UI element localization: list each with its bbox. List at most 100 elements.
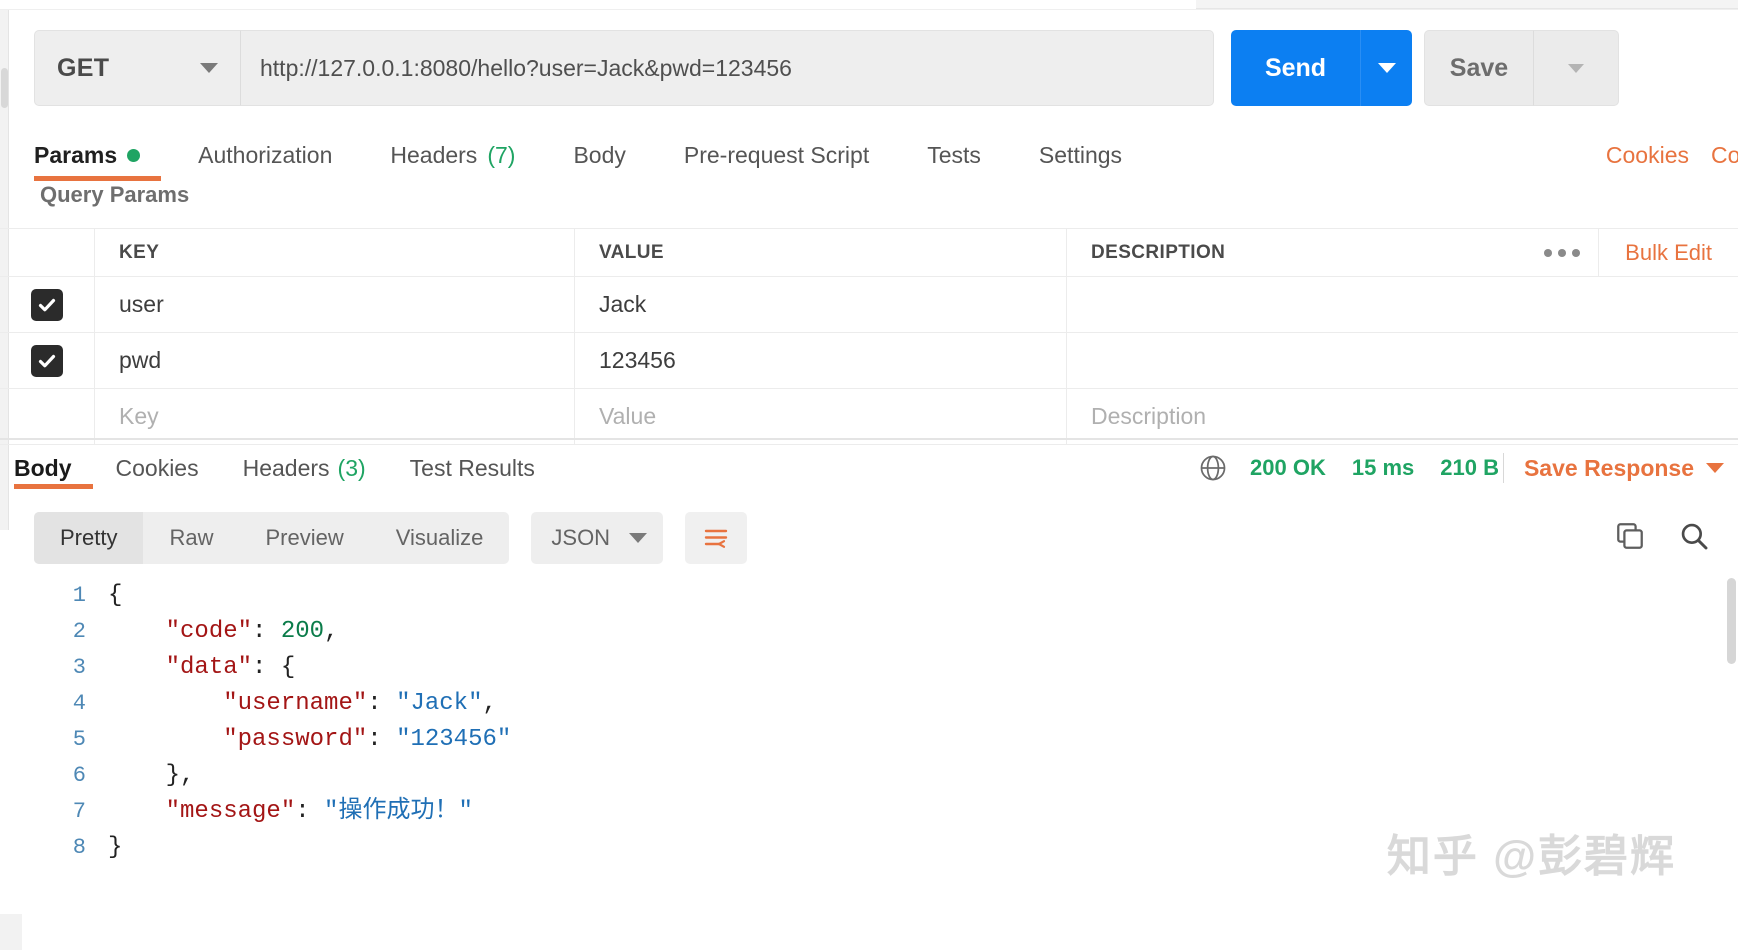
response-tab-body-label: Body — [14, 454, 72, 481]
view-preview[interactable]: Preview — [239, 512, 369, 564]
response-body-code[interactable]: 1{2 "code": 200, 3 "data": {4 "username":… — [0, 578, 1738, 950]
line-number: 8 — [72, 835, 86, 860]
row-checkbox-cell — [0, 277, 95, 332]
query-params-title: Query Params — [40, 182, 190, 207]
dot — [1543, 248, 1552, 257]
response-tab-test-results[interactable]: Test Results — [410, 455, 535, 482]
code-line-text: "data": { — [108, 650, 296, 686]
code-token: "password" — [223, 726, 368, 753]
row-description-cell[interactable] — [1067, 277, 1738, 332]
copy-icon[interactable] — [1614, 520, 1646, 557]
row-enabled-checkbox[interactable] — [31, 344, 63, 377]
view-pretty[interactable]: Pretty — [34, 512, 144, 564]
placeholder-value-cell[interactable]: Value — [575, 389, 1067, 444]
response-tab-headers[interactable]: Headers (3) — [243, 455, 366, 482]
code-token: "username" — [223, 690, 368, 717]
line-number: 5 — [72, 727, 86, 752]
placeholder-description-cell[interactable]: Description — [1067, 389, 1738, 444]
code-line-text: "code": 200, — [108, 614, 339, 650]
chevron-down-icon — [1377, 63, 1396, 73]
code-token: : — [295, 798, 325, 825]
code-token: { — [108, 582, 123, 609]
row-value-cell[interactable]: Jack — [575, 277, 1067, 332]
row-enabled-checkbox[interactable] — [31, 288, 63, 321]
line-number: 4 — [72, 691, 86, 716]
code-token: }, — [108, 762, 195, 789]
response-time: 15 ms — [1351, 455, 1415, 480]
dot — [1571, 248, 1580, 257]
response-format-bar: Pretty Raw Preview Visualize JSON — [34, 512, 748, 564]
tab-params[interactable]: Params — [34, 132, 141, 178]
response-tab-headers-count: (3) — [337, 454, 366, 481]
row-description-cell[interactable] — [1067, 333, 1738, 388]
wrap-lines-button[interactable] — [685, 512, 748, 564]
bulk-edit-link[interactable]: Bulk Edit — [1599, 229, 1738, 276]
table-row[interactable]: pwd 123456 — [0, 333, 1738, 389]
tab-tests[interactable]: Tests — [927, 132, 981, 178]
view-raw[interactable]: Raw — [143, 512, 239, 564]
response-tab-cookies[interactable]: Cookies — [116, 455, 199, 482]
row-checkbox-cell — [0, 333, 95, 388]
code-token: 200 — [280, 618, 325, 645]
more-options-icon[interactable] — [1525, 229, 1600, 276]
placeholder-key-cell[interactable]: Key — [95, 389, 575, 444]
save-response-button[interactable]: Save Response — [1524, 455, 1724, 482]
response-size: 210 B — [1440, 455, 1499, 480]
cookies-link[interactable]: Cookies — [1606, 142, 1689, 169]
dot — [1557, 248, 1566, 257]
view-visualize[interactable]: Visualize — [370, 512, 510, 564]
response-tab-body[interactable]: Body — [14, 455, 72, 482]
code-token: "操作成功！" — [324, 798, 473, 825]
url-input[interactable]: http://127.0.0.1:8080/hello?user=Jack&pw… — [240, 30, 1214, 106]
active-response-tab-underline — [14, 484, 93, 489]
row-key-cell[interactable]: pwd — [95, 333, 575, 388]
code-scrollbar[interactable] — [1727, 578, 1736, 878]
unsaved-dot-icon — [127, 148, 141, 162]
search-icon[interactable] — [1678, 520, 1710, 557]
send-options-button[interactable] — [1360, 30, 1412, 106]
response-status-bar: 200 OK 15 ms 210 B Save Response — [1198, 444, 1738, 492]
tab-pre-request-script-label: Pre-request Script — [683, 141, 870, 168]
column-header-value: VALUE — [599, 241, 664, 263]
chevron-down-icon — [1568, 63, 1584, 73]
code-link[interactable]: Code — [1711, 142, 1738, 169]
code-line: 3 "data": { — [0, 650, 1738, 686]
table-row[interactable]: user Jack — [0, 277, 1738, 333]
response-tab-cookies-label: Cookies — [115, 454, 199, 481]
code-token: "message" — [165, 798, 296, 825]
code-line-text: "message": "操作成功！" — [108, 794, 473, 830]
save-button[interactable]: Save — [1424, 30, 1533, 106]
request-url-bar: GET http://127.0.0.1:8080/hello?user=Jac… — [34, 30, 1214, 106]
left-scrollbar-thumb[interactable] — [1, 68, 8, 108]
code-scrollbar-thumb[interactable] — [1727, 578, 1736, 664]
language-selector[interactable]: JSON — [531, 512, 664, 564]
response-tab-headers-label: Headers — [242, 454, 330, 481]
tab-authorization[interactable]: Authorization — [198, 132, 332, 178]
save-options-button[interactable] — [1533, 30, 1619, 106]
row-key-cell[interactable]: user — [95, 277, 575, 332]
code-token: : — [252, 618, 281, 645]
table-header-actions: Bulk Edit — [1525, 229, 1738, 276]
code-token: : — [367, 690, 397, 717]
code-token: "code" — [165, 618, 253, 645]
window-bottom-left-edge — [0, 914, 22, 950]
code-token: , — [482, 690, 497, 717]
language-selector-label: JSON — [551, 525, 611, 550]
save-response-label: Save Response — [1523, 454, 1694, 481]
tab-headers[interactable]: Headers (7) — [390, 132, 515, 178]
code-line-text: "username": "Jack", — [108, 686, 497, 722]
send-button[interactable]: Send — [1231, 30, 1360, 106]
row-value-cell[interactable]: 123456 — [575, 333, 1067, 388]
code-line: 1{ — [0, 578, 1738, 614]
table-placeholder-row[interactable]: Key Value Description — [0, 389, 1738, 445]
tab-settings[interactable]: Settings — [1039, 132, 1122, 178]
tab-body[interactable]: Body — [573, 132, 625, 178]
tab-pre-request-script[interactable]: Pre-request Script — [684, 132, 869, 178]
code-line-text: "password": "123456" — [108, 722, 511, 758]
http-method-selector[interactable]: GET — [34, 30, 240, 106]
chevron-down-icon — [200, 63, 218, 73]
postman-window: GET http://127.0.0.1:8080/hello?user=Jac… — [0, 0, 1738, 950]
row-key-value: user — [119, 291, 164, 317]
